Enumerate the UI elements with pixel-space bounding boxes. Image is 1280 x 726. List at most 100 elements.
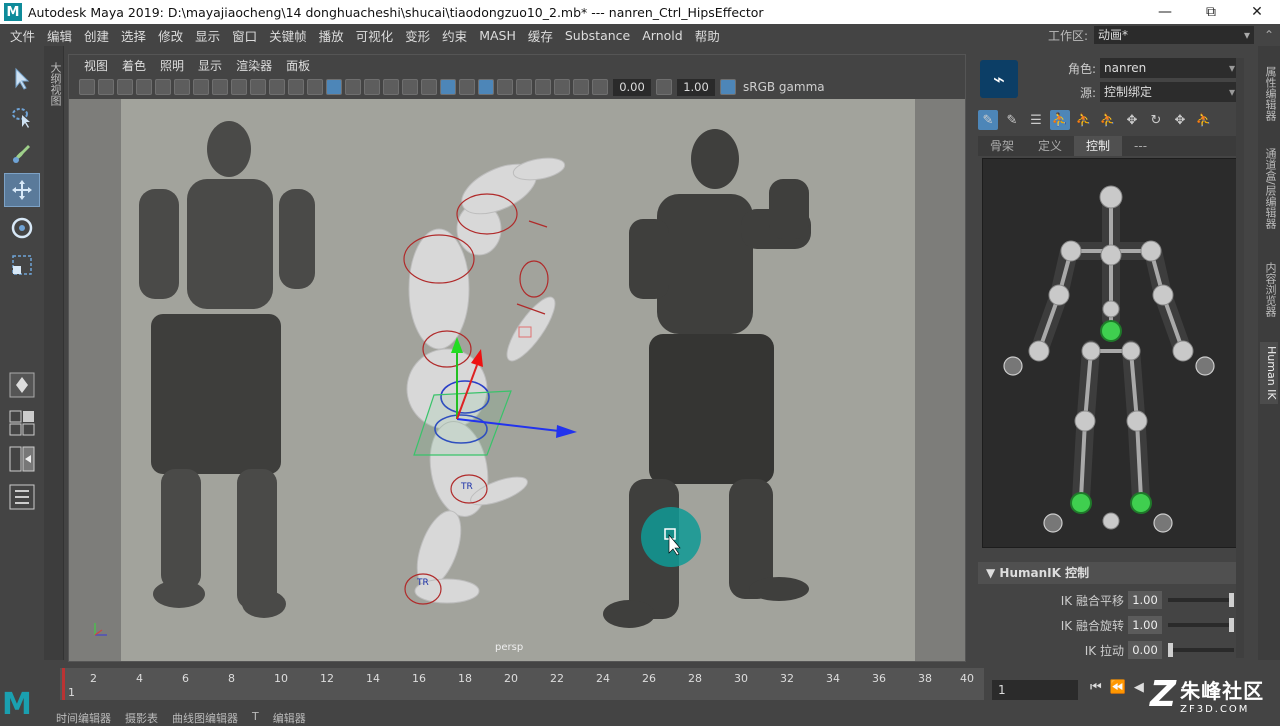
safe-action-icon[interactable] xyxy=(269,79,285,95)
step-back-frame-button[interactable]: ◀ xyxy=(1134,680,1144,695)
menu-key[interactable]: 关键帧 xyxy=(263,26,313,45)
menu-visualize[interactable]: 可视化 xyxy=(350,26,400,45)
pin-all-icon[interactable]: ✥ xyxy=(1170,110,1190,130)
view-transform-label[interactable]: sRGB gamma xyxy=(743,80,825,94)
ik-pull-field[interactable]: 0.00 xyxy=(1128,641,1162,659)
viewport-menu-show[interactable]: 显示 xyxy=(191,57,229,74)
current-frame-field[interactable]: 1 xyxy=(992,680,1078,700)
tab-dope-sheet[interactable]: 摄影表 xyxy=(125,710,158,726)
menu-playback[interactable]: 播放 xyxy=(313,26,350,45)
rotate-tool-icon[interactable] xyxy=(4,211,40,245)
tab-time-editor[interactable]: 时间编辑器 xyxy=(56,710,111,726)
hik-skeleton-view[interactable] xyxy=(982,158,1238,548)
textured-icon[interactable] xyxy=(383,79,399,95)
gamma-icon[interactable] xyxy=(656,79,672,95)
camera-lock-icon[interactable] xyxy=(98,79,114,95)
outliner-layout-icon[interactable] xyxy=(4,480,40,514)
side-by-side-layout-icon[interactable] xyxy=(4,442,40,476)
gamma-field[interactable]: 1.00 xyxy=(677,78,715,96)
isolate-select-icon[interactable] xyxy=(497,79,513,95)
maximize-button[interactable]: ⧉ xyxy=(1188,0,1234,24)
select-hierarchy-icon[interactable]: ☰ xyxy=(1026,110,1046,130)
workspace-expand-icon[interactable]: ⌃ xyxy=(1258,28,1280,42)
shadows-icon[interactable] xyxy=(421,79,437,95)
tab-t[interactable]: T xyxy=(252,710,259,726)
camera-select-icon[interactable] xyxy=(79,79,95,95)
wireframe-icon[interactable] xyxy=(307,79,323,95)
wireframe-on-shaded-icon[interactable] xyxy=(345,79,361,95)
menu-arnold[interactable]: Arnold xyxy=(636,28,688,43)
menu-deform[interactable]: 变形 xyxy=(399,26,436,45)
single-view-layout-icon[interactable] xyxy=(4,368,40,402)
tab-skeleton[interactable]: 骨架 xyxy=(978,136,1026,156)
grid-icon[interactable] xyxy=(174,79,190,95)
menu-display[interactable]: 显示 xyxy=(189,26,226,45)
humanik-controls-section[interactable]: ▼ HumanIK 控制 xyxy=(978,562,1240,584)
ik-pull-slider[interactable] xyxy=(1168,643,1234,657)
menu-edit[interactable]: 编辑 xyxy=(41,26,78,45)
ik-blend-translate-field[interactable]: 1.00 xyxy=(1128,591,1162,609)
workspace-dropdown[interactable]: 动画* xyxy=(1094,26,1254,44)
film-gate-icon[interactable] xyxy=(193,79,209,95)
lights-icon[interactable] xyxy=(402,79,418,95)
viewport-menu-panels[interactable]: 面板 xyxy=(279,57,317,74)
menu-modify[interactable]: 修改 xyxy=(152,26,189,45)
character-pose-icon[interactable]: ⛹ xyxy=(1194,110,1214,130)
select-tool-icon[interactable] xyxy=(4,62,40,96)
color-management-icon[interactable] xyxy=(720,79,736,95)
tab-channel-box[interactable]: 通道盒/层编辑器 xyxy=(1260,144,1278,233)
two-panel-icon[interactable] xyxy=(554,79,570,95)
menu-create[interactable]: 创建 xyxy=(78,26,115,45)
smooth-shade-icon[interactable] xyxy=(326,79,342,95)
menu-file[interactable]: 文件 xyxy=(4,26,41,45)
minimize-button[interactable]: — xyxy=(1142,0,1188,24)
menu-cache[interactable]: 缓存 xyxy=(522,26,559,45)
viewport-menu-shading[interactable]: 着色 xyxy=(115,57,153,74)
xray-joints-icon[interactable] xyxy=(459,79,475,95)
viewport-menu-renderer[interactable]: 渲染器 xyxy=(229,57,279,74)
tab-definition[interactable]: 定义 xyxy=(1026,136,1074,156)
hik-scrollbar[interactable] xyxy=(1236,58,1244,658)
tab-content-browser[interactable]: 内容浏览器 xyxy=(1260,258,1278,321)
body-part-icon[interactable]: ✎ xyxy=(1002,110,1022,130)
ik-blend-translate-slider[interactable] xyxy=(1168,593,1234,607)
menu-windows[interactable]: 窗口 xyxy=(226,26,263,45)
four-view-layout-icon[interactable] xyxy=(4,406,40,440)
selection-highlight-icon[interactable] xyxy=(516,79,532,95)
move-tool-icon[interactable] xyxy=(4,173,40,207)
viewport-menu-lighting[interactable]: 照明 xyxy=(153,57,191,74)
tab-more[interactable]: --- xyxy=(1122,136,1159,156)
gate-mask-icon[interactable] xyxy=(231,79,247,95)
tab-attribute-editor[interactable]: 属性编辑器 xyxy=(1260,62,1278,125)
tab-controls[interactable]: 控制 xyxy=(1074,136,1123,156)
exposure-icon[interactable] xyxy=(592,79,608,95)
image-plane-icon[interactable] xyxy=(155,79,171,95)
body-part-mode-icon[interactable]: ⛹ xyxy=(1074,110,1094,130)
camera-attributes-icon[interactable] xyxy=(117,79,133,95)
tab-graph-editor[interactable]: 曲线图编辑器 xyxy=(172,710,238,726)
close-button[interactable]: ✕ xyxy=(1234,0,1280,24)
default-material-icon[interactable] xyxy=(364,79,380,95)
xray-icon[interactable] xyxy=(440,79,456,95)
viewport-scene[interactable]: TR TR persp xyxy=(69,99,965,661)
menu-mash[interactable]: MASH xyxy=(473,28,522,43)
menu-substance[interactable]: Substance xyxy=(559,28,636,43)
menu-constrain[interactable]: 约束 xyxy=(436,26,473,45)
ik-blend-rotate-field[interactable]: 1.00 xyxy=(1128,616,1162,634)
menu-help[interactable]: 帮助 xyxy=(689,26,726,45)
panel-layout-icon[interactable] xyxy=(535,79,551,95)
hik-character-icon[interactable]: ⌁ xyxy=(980,60,1018,98)
safe-title-icon[interactable] xyxy=(288,79,304,95)
outliner-side-tab[interactable]: 大纲视图 xyxy=(44,46,64,660)
go-to-start-button[interactable]: ⏮ xyxy=(1090,680,1102,695)
step-back-key-button[interactable]: ⏪ xyxy=(1110,680,1126,695)
current-time-indicator[interactable] xyxy=(62,668,65,700)
source-dropdown[interactable]: 控制绑定 xyxy=(1100,82,1240,102)
xray-active-icon[interactable] xyxy=(478,79,494,95)
pin-rotation-icon[interactable]: ↻ xyxy=(1146,110,1166,130)
field-chart-icon[interactable] xyxy=(250,79,266,95)
viewport-menu-view[interactable]: 视图 xyxy=(77,57,115,74)
character-dropdown[interactable]: nanren xyxy=(1100,58,1240,78)
exposure-field[interactable]: 0.00 xyxy=(613,78,651,96)
selection-mode-icon[interactable]: ⛹ xyxy=(1098,110,1118,130)
